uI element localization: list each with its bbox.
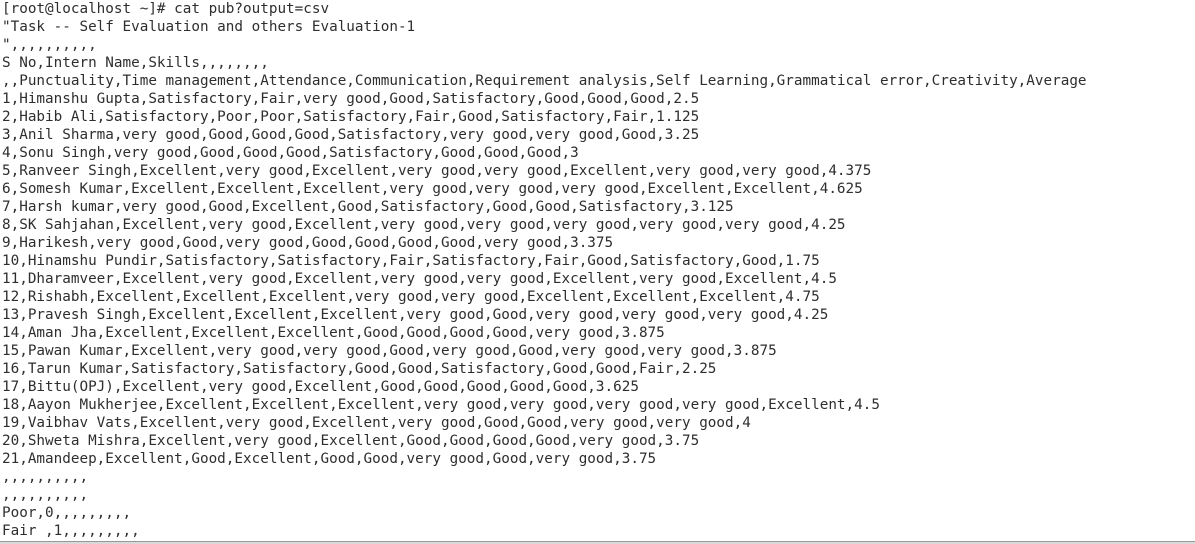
output-line: ,,,,,,,,,, bbox=[2, 469, 89, 485]
output-line: ,,Punctuality,Time management,Attendance… bbox=[2, 73, 1087, 89]
output-line: 5,Ranveer Singh,Excellent,very good,Exce… bbox=[2, 163, 872, 179]
output-line: 12,Rishabh,Excellent,Excellent,Excellent… bbox=[2, 289, 820, 305]
output-line: S No,Intern Name,Skills,,,,,,,, bbox=[2, 55, 269, 71]
output-line: 10,Hinamshu Pundir,Satisfactory,Satisfac… bbox=[2, 253, 820, 269]
output-line: 17,Bittu(OPJ),Excellent,very good,Excell… bbox=[2, 379, 639, 395]
output-line: 14,Aman Jha,Excellent,Excellent,Excellen… bbox=[2, 325, 665, 341]
output-line: 2,Habib Ali,Satisfactory,Poor,Poor,Satis… bbox=[2, 109, 700, 125]
output-line: 4,Sonu Singh,very good,Good,Good,Good,Sa… bbox=[2, 145, 579, 161]
output-line: 21,Amandeep,Excellent,Good,Excellent,Goo… bbox=[2, 451, 657, 467]
output-line: 20,Shweta Mishra,Excellent,very good,Exc… bbox=[2, 433, 700, 449]
output-line: 1,Himanshu Gupta,Satisfactory,Fair,very … bbox=[2, 91, 700, 107]
output-line: "Task -- Self Evaluation and others Eval… bbox=[2, 19, 416, 35]
output-line: 15,Pawan Kumar,Excellent,very good,very … bbox=[2, 343, 777, 359]
output-line: Poor,0,,,,,,,,, bbox=[2, 505, 132, 521]
output-line: 16,Tarun Kumar,Satisfactory,Satisfactory… bbox=[2, 361, 717, 377]
output-line: 19,Vaibhav Vats,Excellent,very good,Exce… bbox=[2, 415, 751, 431]
terminal-window[interactable]: [root@localhost ~]# cat pub?output=csv "… bbox=[0, 0, 1195, 541]
output-line: 18,Aayon Mukherjee,Excellent,Excellent,E… bbox=[2, 397, 880, 413]
output-line: 6,Somesh Kumar,Excellent,Excellent,Excel… bbox=[2, 181, 863, 197]
output-line: ,,,,,,,,,, bbox=[2, 487, 89, 503]
output-line: 9,Harikesh,very good,Good,very good,Good… bbox=[2, 235, 614, 251]
output-line: 11,Dharamveer,Excellent,very good,Excell… bbox=[2, 271, 837, 287]
output-line: 3,Anil Sharma,very good,Good,Good,Good,S… bbox=[2, 127, 700, 143]
output-line: Fair ,1,,,,,,,,, bbox=[2, 523, 140, 539]
output-line: 7,Harsh kumar,very good,Good,Excellent,G… bbox=[2, 199, 734, 215]
output-line: ",,,,,,,,,, bbox=[2, 37, 97, 53]
shell-prompt-command: [root@localhost ~]# cat pub?output=csv bbox=[2, 1, 330, 17]
output-line: 13,Pravesh Singh,Excellent,Excellent,Exc… bbox=[2, 307, 829, 323]
output-line: 8,SK Sahjahan,Excellent,very good,Excell… bbox=[2, 217, 846, 233]
